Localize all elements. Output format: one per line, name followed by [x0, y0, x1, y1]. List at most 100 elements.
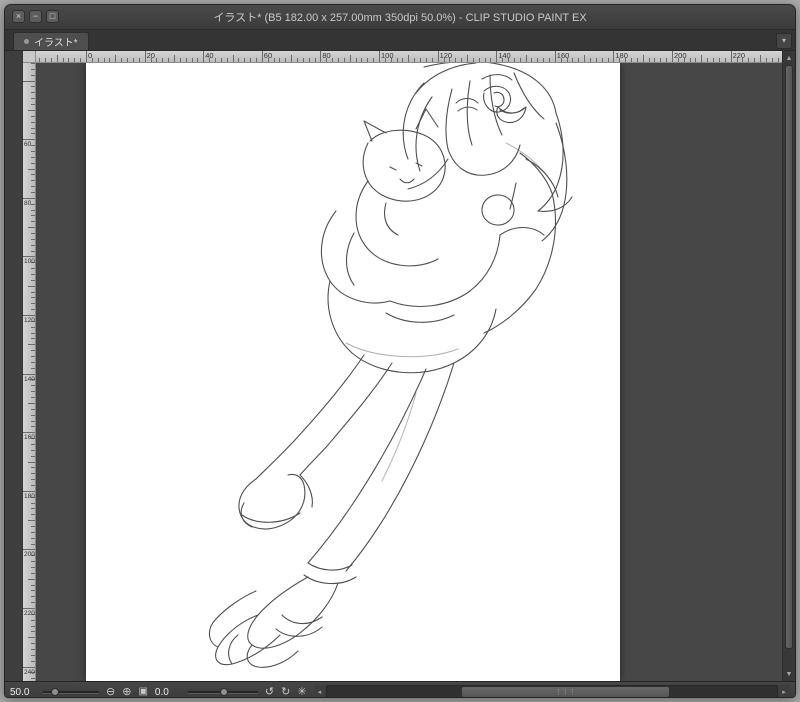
ruler-tick [285, 58, 287, 62]
rotation-value[interactable]: 0.0 [155, 687, 181, 698]
ruler-tick [478, 58, 480, 62]
ruler-horizontal[interactable]: 0 20 40 60 80 100 120 140 160 180 200 220 [36, 51, 782, 63]
ruler-tick [31, 426, 35, 428]
ruler-tick [601, 58, 603, 62]
zoom-out-icon[interactable]: ⊖ [106, 686, 115, 697]
ruler-tick [31, 443, 35, 445]
ruler-tick [28, 461, 35, 463]
close-button[interactable]: × [12, 10, 25, 23]
ruler-tick [519, 58, 521, 62]
rotate-cw-icon[interactable]: ↻ [281, 686, 290, 697]
reset-view-icon[interactable]: ✳ [297, 686, 306, 697]
ruler-tick [367, 58, 369, 62]
ruler-tick [355, 58, 357, 62]
ruler-tick [297, 58, 298, 62]
rotation-slider[interactable] [187, 687, 258, 697]
ruler-tick [31, 631, 35, 633]
horizontal-scrollbar[interactable]: ◂ ⋮⋮⋮ ▸ [313, 685, 790, 697]
ruler-tick [23, 315, 35, 316]
left-gutter [5, 51, 23, 681]
ruler-tick [31, 291, 35, 293]
zoom-value[interactable]: 50.0 [10, 687, 36, 698]
window-title: イラスト* (B5 182.00 x 257.00mm 350dpi 50.0%… [213, 12, 587, 24]
ruler-label: 220 [24, 610, 35, 617]
ruler-tick [613, 51, 615, 62]
ruler-label: 220 [732, 51, 746, 60]
ruler-tick [31, 68, 35, 70]
scrollbar-grip-icon: ⋮⋮⋮ [554, 689, 576, 696]
ruler-vertical[interactable]: 60 80 100 120 140 160 180 200 220 240 [23, 63, 36, 681]
document-tabbar: イラスト* ▾ [5, 30, 795, 51]
zoom-slider-thumb[interactable] [51, 688, 60, 696]
ruler-tick [31, 508, 35, 510]
ruler-label: 240 [24, 668, 35, 676]
ruler-tick [578, 58, 580, 62]
ruler-corner [23, 51, 36, 63]
ruler-tick [490, 58, 492, 62]
ruler-tick [31, 455, 35, 457]
ruler-tick [31, 514, 35, 516]
zoom-slider[interactable] [43, 687, 99, 697]
ruler-label: 40 [205, 51, 214, 60]
tab-panel-menu-icon[interactable]: ▾ [776, 33, 792, 49]
ruler-tick [31, 203, 35, 205]
ruler-tick [31, 649, 35, 650]
maximize-button[interactable]: □ [46, 10, 59, 23]
ruler-tick [31, 338, 35, 340]
ruler-tick [203, 51, 205, 62]
ruler-tick [31, 104, 35, 105]
horizontal-scrollbar-thumb[interactable]: ⋮⋮⋮ [461, 687, 669, 697]
ruler-tick [730, 51, 732, 62]
scroll-up-icon[interactable]: ▲ [783, 52, 795, 64]
scroll-right-icon[interactable]: ▸ [778, 685, 790, 697]
ruler-tick [707, 58, 709, 62]
ruler-tick [127, 58, 128, 62]
ruler-tick [31, 156, 35, 158]
ruler-tick [31, 326, 35, 328]
ruler-tick [31, 361, 35, 363]
ruler-tick [31, 309, 35, 311]
tab-illustration[interactable]: イラスト* [13, 32, 89, 50]
ruler-tick [759, 55, 761, 62]
vertical-scrollbar-thumb[interactable] [785, 65, 793, 649]
canvas-viewport[interactable] [36, 63, 782, 681]
ruler-tick [23, 139, 35, 141]
ruler-tick [754, 58, 755, 62]
ruler-tick [31, 596, 35, 598]
ruler-tick [97, 58, 99, 62]
ruler-label: 160 [24, 434, 35, 442]
ruler-tick [642, 55, 644, 62]
tab-label: イラスト* [34, 38, 78, 49]
ruler-tick [23, 256, 35, 258]
ruler-tick [31, 350, 35, 352]
ruler-tick [631, 58, 632, 62]
rotation-slider-thumb[interactable] [220, 688, 229, 696]
ruler-tick [255, 58, 257, 62]
ruler-tick [31, 98, 35, 100]
ruler-tick [31, 332, 35, 334]
ruler-tick [23, 608, 35, 609]
ruler-tick [572, 58, 574, 62]
fit-to-screen-icon[interactable]: ▣ [138, 686, 147, 697]
ruler-tick [28, 109, 35, 111]
ruler-tick [595, 58, 597, 62]
ruler-tick [672, 51, 673, 62]
ruler-tick [56, 55, 58, 62]
zoom-in-icon[interactable]: ⊕ [122, 686, 131, 697]
minimize-button[interactable]: − [29, 10, 42, 23]
ruler-tick [31, 244, 35, 246]
ruler-tick [713, 58, 714, 62]
ruler-tick [31, 221, 35, 223]
ruler-tick [724, 58, 726, 62]
horizontal-scrollbar-track[interactable]: ⋮⋮⋮ [325, 685, 778, 697]
ruler-tick [74, 58, 76, 62]
ruler-tick [214, 58, 216, 62]
vertical-scrollbar[interactable]: ▲ ▼ [782, 51, 795, 681]
ruler-tick [607, 58, 609, 62]
scroll-left-icon[interactable]: ◂ [313, 685, 326, 697]
scroll-down-icon[interactable]: ▼ [783, 668, 795, 680]
rotate-ccw-icon[interactable]: ↺ [265, 686, 274, 697]
ruler-tick [132, 58, 134, 62]
tab-status-dot-icon [24, 39, 29, 44]
canvas-page[interactable] [86, 63, 620, 681]
